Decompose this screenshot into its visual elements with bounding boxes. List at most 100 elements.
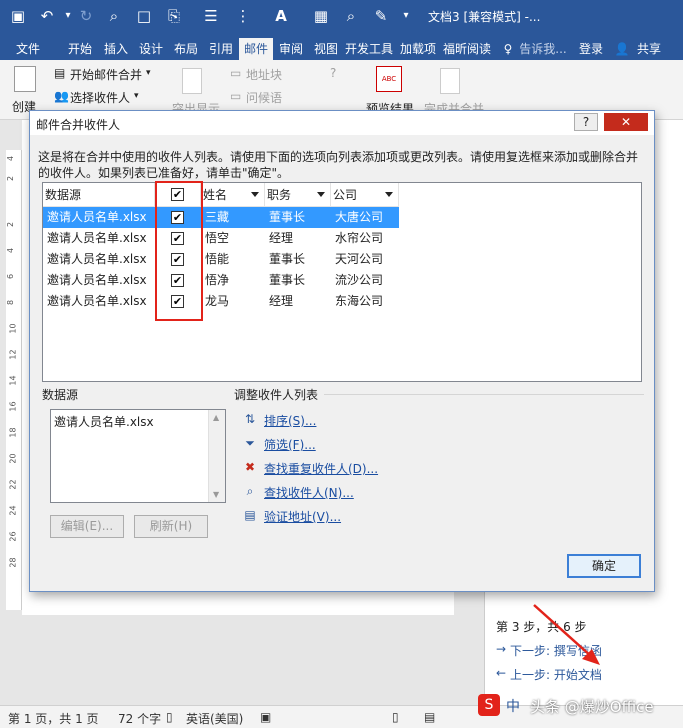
watermark-prefix: 中 [506,699,520,715]
tell-me-search[interactable]: 告诉我... [516,38,570,60]
table-row[interactable]: 邀请人员名单.xlsx ✔ 龙马 经理 东海公司 [43,291,399,312]
proofing-icon[interactable]: ▯ [166,710,173,724]
table-row[interactable]: 邀请人员名单.xlsx ✔ 悟净 董事长 流沙公司 [43,270,399,291]
edit-button[interactable]: 编辑(E)... [50,515,124,538]
cell-name: 悟能 [205,252,230,266]
read-mode-icon[interactable]: ▯ [392,710,399,724]
column-header-source[interactable]: 数据源 [43,183,155,207]
tab-layout[interactable]: 布局 [169,38,203,60]
row-checkbox[interactable]: ✔ [171,232,184,245]
column-header-name[interactable]: 姓名 [201,183,265,207]
language-indicator[interactable]: 英语(美国) [186,710,243,727]
select-recipients-button[interactable]: 选择收件人 [70,89,130,106]
help-button[interactable]: ? [574,113,598,131]
macro-icon[interactable]: ▣ [260,710,271,724]
tab-design[interactable]: 设计 [134,38,168,60]
paste-icon[interactable]: ⎘ [162,5,186,27]
cell-source: 邀请人员名单.xlsx [47,231,147,245]
recipients-icon: 👥 [54,89,69,103]
row-checkbox[interactable]: ✔ [171,253,184,266]
customize-toolbar-icon[interactable]: ▾ [398,5,414,27]
refresh-button[interactable]: 刷新(H) [134,515,208,538]
filter-link[interactable]: 筛选(F)... [264,436,316,453]
save-icon[interactable]: ▣ [8,5,28,27]
step-indicator: 第 3 步，共 6 步 [496,620,587,634]
ok-button[interactable]: 确定 [567,554,641,578]
bullets-icon[interactable]: ⋮ [232,5,254,27]
print-layout-icon[interactable]: ▤ [424,710,435,724]
scroll-down-icon[interactable]: ▼ [213,490,219,499]
dropdown-arrow-icon[interactable] [317,192,325,197]
undo-dropdown-icon[interactable]: ▾ [62,5,74,27]
table-row[interactable]: 邀请人员名单.xlsx ✔ 悟能 董事长 天河公司 [43,249,399,270]
scrollbar[interactable]: ▲ ▼ [208,410,225,502]
table-icon[interactable]: ▦ [310,5,332,27]
find-duplicates-link[interactable]: 查找重复收件人(D)... [264,460,378,477]
sign-in-link[interactable]: 登录 [574,38,608,60]
column-header-checkbox[interactable]: ✔ [155,183,201,207]
ruler-number: 18 [8,427,18,438]
next-step-link[interactable]: 下一步: 撰写信函 [510,642,602,659]
tab-file[interactable]: 文件 [10,38,46,60]
table-row[interactable]: 邀请人员名单.xlsx ✔ 三藏 董事长 大唐公司 [43,207,399,228]
share-button[interactable]: 共享 [632,38,666,60]
ruler-number: 4 [6,155,16,162]
tab-mailings[interactable]: 邮件 [239,38,273,60]
greeting-line-button[interactable]: 问候语 [246,89,282,106]
tab-view[interactable]: 视图 [309,38,343,60]
tab-insert[interactable]: 插入 [99,38,133,60]
find-icon[interactable]: ⌕ [340,5,362,27]
table-row[interactable]: 邀请人员名单.xlsx ✔ 悟空 经理 水帘公司 [43,228,399,249]
data-source-list[interactable]: 邀请人员名单.xlsx ▲ ▼ [50,409,226,503]
new-document-icon[interactable]: □ [134,5,154,27]
close-button[interactable]: ✕ [604,113,648,131]
ruler-number: 2 [6,175,16,182]
select-all-checkbox[interactable]: ✔ [171,188,184,201]
ruler-number: 22 [8,479,18,490]
paragraph-icon[interactable]: ☰ [200,5,222,27]
font-color-icon[interactable]: A [270,5,292,27]
group-divider [324,394,644,395]
start-mail-merge-button[interactable]: 开始邮件合并 [70,66,142,83]
address-block-button[interactable]: 地址块 [246,66,282,83]
column-header-company[interactable]: 公司 [331,183,399,207]
redo-icon[interactable]: ↻ [76,5,96,27]
sort-link[interactable]: 排序(S)... [264,412,316,429]
tab-developer[interactable]: 开发工具 [344,38,394,60]
ruler-number: 2 [6,221,16,228]
cell-source: 邀请人员名单.xlsx [47,273,147,287]
tab-addins[interactable]: 加载项 [395,38,441,60]
scroll-up-icon[interactable]: ▲ [213,413,219,422]
highlight-fields-icon [182,68,202,94]
row-checkbox[interactable]: ✔ [171,274,184,287]
dialog-title-bar[interactable]: 邮件合并收件人 ? ✕ [30,111,654,135]
dropdown-arrow-icon[interactable] [385,192,393,197]
column-header-position[interactable]: 职务 [265,183,331,207]
print-preview-icon[interactable]: ⌕ [104,5,124,27]
tab-review[interactable]: 审阅 [274,38,308,60]
edit-icon[interactable]: ✎ [370,5,392,27]
recipients-table[interactable]: 数据源 ✔ 姓名 职务 公司 邀请人员名单.xlsx ✔ 三藏 董事长 大唐公司… [42,182,642,382]
undo-icon[interactable]: ↶ [36,5,58,27]
ruler-number: 10 [8,323,18,334]
dropdown-arrow-icon[interactable] [251,192,259,197]
document-title: 文档3 [兼容模式] -... [428,10,541,24]
tab-home[interactable]: 开始 [62,38,98,60]
find-recipient-link[interactable]: 查找收件人(N)... [264,484,354,501]
dialog-title: 邮件合并收件人 [36,118,121,132]
sort-icon: ⇅ [244,412,256,426]
greeting-line-icon: ▭ [230,89,242,103]
word-count[interactable]: 72 个字 [118,710,161,727]
envelope-icon[interactable] [14,66,36,92]
insert-field-icon: ? [330,66,337,80]
tab-foxit[interactable]: 福昕阅读 [442,38,492,60]
validate-address-link[interactable]: 验证地址(V)... [264,508,341,525]
column-header-position-label: 职务 [267,188,292,202]
row-checkbox[interactable]: ✔ [171,211,184,224]
prev-step-link[interactable]: 上一步: 开始文档 [510,666,602,683]
row-checkbox[interactable]: ✔ [171,295,184,308]
list-item[interactable]: 邀请人员名单.xlsx [54,413,154,430]
page-count[interactable]: 第 1 页，共 1 页 [8,710,99,727]
tab-references[interactable]: 引用 [204,38,238,60]
cell-source: 邀请人员名单.xlsx [47,252,147,266]
